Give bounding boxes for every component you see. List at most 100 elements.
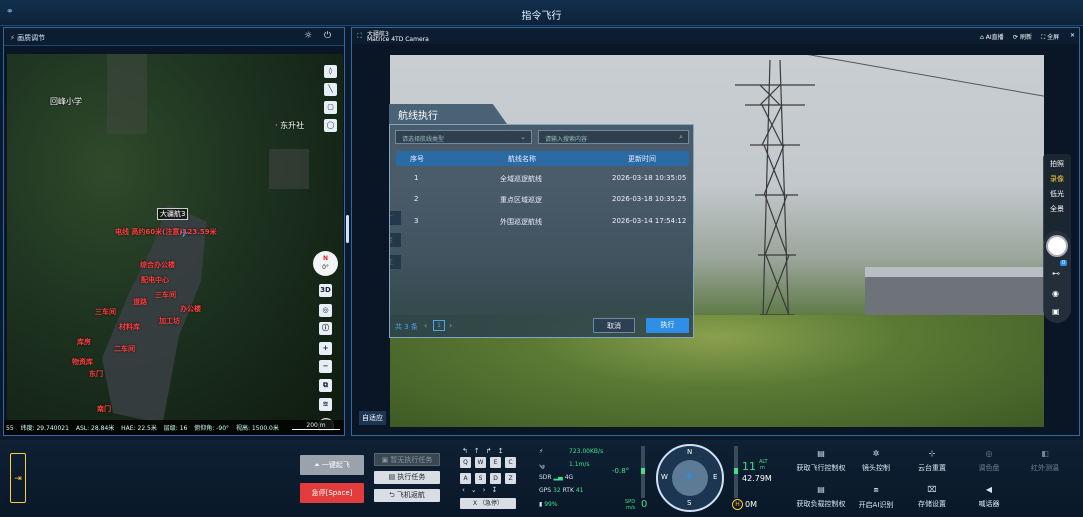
east-label: · 东升社 <box>275 121 305 130</box>
key-w[interactable]: W <box>475 457 486 468</box>
uplink-icon: ⚡ <box>539 448 544 455</box>
school-area <box>107 54 147 134</box>
map-compass[interactable]: N 0° <box>313 251 338 276</box>
search-icon: ⌕ <box>679 133 683 141</box>
storage-settings-button[interactable]: ⌧ 存储设置 <box>904 485 960 509</box>
pitch-readout: 俯仰角: -90° <box>194 425 230 432</box>
arrow-keys-icon: ↰↑↱↥ <box>462 447 510 455</box>
mode-video[interactable]: 录像 <box>1043 172 1071 187</box>
scale-bar: 200 m <box>292 422 340 430</box>
key-e[interactable]: E <box>490 457 501 468</box>
speed-gauge <box>641 446 645 498</box>
rect-tool-icon[interactable]: ▢ <box>324 101 337 114</box>
dialog-body: 请选择航线类型 ⌄ 请输入搜索内容 ⌕ 序号 航线名称 更新时间 1 全域巡逻航… <box>389 124 694 338</box>
control-bar: ⇥ ⏶ 一键起飞 急停[Space] ▣ 暂无执行任务 ▤ 执行任务 ⮌ 飞机返… <box>0 440 1083 517</box>
table-row[interactable]: 1 全域巡逻航线 2026-03-18 10:35:05 <box>396 168 689 188</box>
home-distance: 0M <box>745 500 757 509</box>
payload-control-button[interactable]: ▤ 获取负载控制权 <box>793 485 849 509</box>
camera-name: Matrice 4TD Camera <box>367 36 429 43</box>
factory-roof <box>865 267 1044 277</box>
line-tool-icon[interactable]: ╲ <box>324 83 337 96</box>
key-c[interactable]: C <box>505 457 516 468</box>
route-search-input[interactable]: 请输入搜索内容 ⌕ <box>538 130 689 144</box>
prev-page-icon[interactable]: ‹ <box>424 321 427 330</box>
shutter-control: 0 ⊷ ◉ ▣ <box>1043 231 1071 323</box>
panel-splitter[interactable] <box>346 215 349 243</box>
altitude-gauge <box>734 446 738 498</box>
map-label: 三车间 <box>155 291 176 299</box>
info-icon[interactable]: ⓘ <box>319 322 332 335</box>
gallery-icon[interactable]: ▣ <box>1052 307 1060 316</box>
table-row[interactable]: 2 重点区域巡逻 2026-03-18 10:35:25 <box>396 189 689 209</box>
spd-value: 0 <box>641 499 648 510</box>
table-row[interactable]: 3 外围巡逻航线 2026-03-14 17:54:12 <box>396 211 689 231</box>
level-readout: 层级: 16 <box>163 425 188 432</box>
layers-icon[interactable]: ⧉ <box>319 379 332 392</box>
asl-readout: ASL: 28.84米 <box>75 425 115 432</box>
zoom-out-button[interactable]: − <box>319 360 332 373</box>
route-type-select[interactable]: 请选择航线类型 ⌄ <box>395 130 532 144</box>
ai-live-button[interactable]: ⌂ AI直播 <box>980 32 1004 41</box>
execute-button[interactable]: 执行 <box>646 318 689 333</box>
map-label: 电线 高约60米(注意)123.59米 <box>115 228 217 236</box>
thermal-measure-button[interactable]: ◧ 红外测温 <box>1017 449 1073 473</box>
map-label: 南门 <box>97 405 111 413</box>
map-header: ⚡ 画质调节 ☼ ⏻ <box>4 28 344 46</box>
mode-lowlight[interactable]: 低光 <box>1043 187 1071 202</box>
key-x-emergency[interactable]: X （急停） <box>460 498 516 509</box>
pause-task-button[interactable]: ▣ 暂无执行任务 <box>374 453 440 466</box>
satellite-map[interactable]: 回峰小学 · 东升社 大疆航3 ✈ 电线 高约60米(注意)123.59米 综合… <box>7 54 343 431</box>
quality-adjust-button[interactable]: 画质调节 <box>17 34 45 42</box>
key-q[interactable]: Q <box>460 457 471 468</box>
quality-icon: ⚡ <box>10 34 15 42</box>
key-z[interactable]: Z <box>505 473 516 484</box>
exit-icon[interactable]: ⇥ <box>10 453 26 503</box>
compass-indicator: N E S W ✈ <box>656 444 724 512</box>
close-icon[interactable]: ✕ <box>1070 32 1075 39</box>
key-a[interactable]: A <box>460 473 471 484</box>
dialog-title: 航线执行 <box>389 104 507 124</box>
return-home-button[interactable]: ⮌ 飞机返航 <box>374 489 440 502</box>
brightness-icon[interactable]: ☼ <box>304 31 312 41</box>
cancel-button[interactable]: 取消 <box>593 318 635 333</box>
execute-task-button[interactable]: ▤ 执行任务 <box>374 471 440 484</box>
zoom-in-button[interactable]: + <box>319 342 332 355</box>
speaker-button[interactable]: ◀ 喊话器 <box>961 485 1017 509</box>
home-icon: H <box>732 499 743 510</box>
gps-readout: GPS 32 RTK 41 <box>539 487 584 494</box>
key-d[interactable]: D <box>490 473 501 484</box>
takeoff-button[interactable]: ⏶ 一键起飞 <box>300 455 364 475</box>
lens-control-button[interactable]: ✲ 镜头控制 <box>848 449 904 473</box>
mode-photo[interactable]: 拍照 <box>1043 157 1071 172</box>
page-number[interactable]: 1 <box>433 320 445 331</box>
wind-readout: 1.1m/s <box>569 461 590 468</box>
power-icon[interactable]: ⏻ <box>324 31 331 41</box>
camera-icon: ⛶ <box>357 32 362 40</box>
aircraft-heading-icon: ✈ <box>684 469 695 483</box>
refresh-button[interactable]: ⟳ 刷新 <box>1013 32 1032 41</box>
next-page-icon[interactable]: › <box>449 321 452 330</box>
circle-tool-icon[interactable]: ◯ <box>324 119 337 132</box>
route-dialog: 航线执行 请选择航线类型 ⌄ 请输入搜索内容 ⌕ 序号 航线名称 更新时间 1 … <box>389 104 694 338</box>
speed-readout: 723.00KB/s <box>569 448 604 455</box>
stack-icon[interactable]: ≋ <box>319 398 332 411</box>
hae-readout: HAE: 22.5米 <box>121 425 157 432</box>
map-label: 配电中心 <box>141 276 169 284</box>
locate-icon[interactable]: ◎ <box>319 304 332 317</box>
palette-button[interactable]: ◎ 调色盘 <box>961 449 1017 473</box>
shutter-button[interactable] <box>1046 235 1068 257</box>
emergency-stop-button[interactable]: 急停[Space] <box>300 483 364 503</box>
mode-panorama[interactable]: 全景 <box>1043 202 1071 217</box>
pitch-readout: -0.8° <box>612 467 630 475</box>
sdr-readout: SDR ▂▄ 4G <box>539 474 574 481</box>
fullscreen-button[interactable]: ⛶ 全屏 <box>1041 32 1059 42</box>
3d-toggle-button[interactable]: 3D <box>319 284 332 297</box>
gimbal-reset-button[interactable]: ⊹ 云台重置 <box>904 449 960 473</box>
adaptive-button[interactable]: 自适应 <box>359 411 386 425</box>
flight-control-button[interactable]: ▤ 获取飞行控制权 <box>793 449 849 473</box>
key-s[interactable]: S <box>475 473 486 484</box>
ai-recognition-button[interactable]: ⧈ 开启AI识别 <box>848 485 904 510</box>
pin-tool-icon[interactable]: ◊ <box>324 65 337 78</box>
zoom-icon[interactable]: ⊷ <box>1052 269 1060 278</box>
settings-icon[interactable]: ◉ <box>1052 289 1059 298</box>
